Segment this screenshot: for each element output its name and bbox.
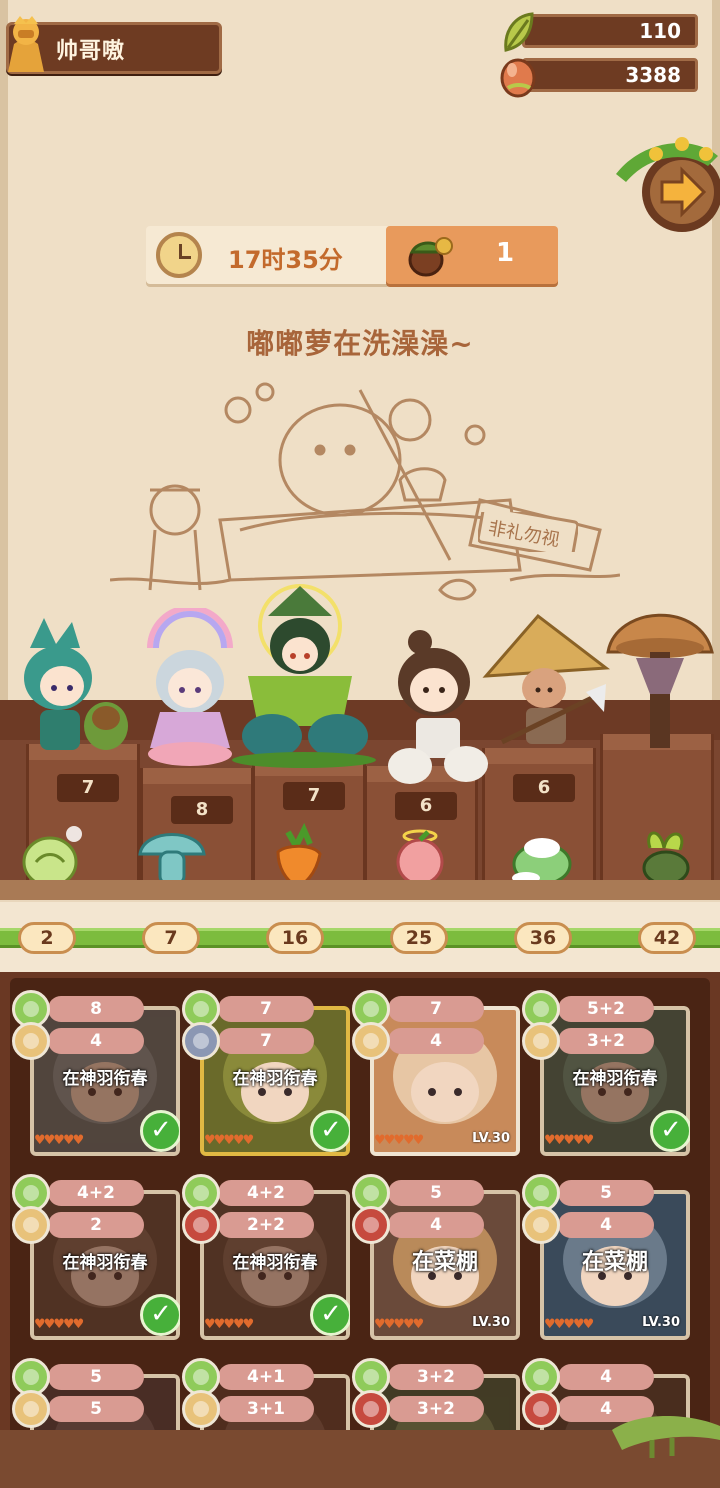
fish-stat-pill: 7 [218, 1028, 314, 1054]
affection-hearts: ♥♥♥♥♥ [204, 1133, 254, 1148]
card-location-label: 在神羽衔春 [572, 1069, 658, 1089]
bread-icon [182, 1390, 220, 1428]
bread-icon [12, 1022, 50, 1060]
cabbage-stat-pill: 5+2 [558, 996, 654, 1022]
status-message: 嘟嘟萝在洗澡澡~ [246, 327, 474, 360]
card-level: LV.30 [642, 1315, 680, 1330]
bread-stat-pill: 5 [48, 1396, 144, 1422]
card-location-label: 在神羽衔春 [62, 1253, 148, 1273]
affection-hearts: ♥♥♥♥♥ [544, 1317, 594, 1332]
cabbage-stat-pill: 8 [48, 996, 144, 1022]
player-avatar-icon[interactable] [4, 14, 48, 74]
acorn-icon [408, 237, 453, 277]
affection-hearts: ♥♥♥♥♥ [374, 1133, 424, 1148]
check-icon[interactable]: ✓ [310, 1294, 350, 1336]
card-location-label: 在神羽衔春 [232, 1253, 318, 1273]
character-forest-spirit[interactable] [228, 576, 378, 772]
cabbage-stat-pill: 4+1 [218, 1364, 314, 1390]
milestone-marker[interactable]: 25 [390, 922, 448, 954]
meat-icon [522, 1390, 560, 1428]
bread-icon [522, 1022, 560, 1060]
pedestal-number: 6 [395, 792, 457, 820]
exit-arrow-button[interactable] [612, 130, 720, 234]
cabbage-stat-pill: 4 [558, 1364, 654, 1390]
pedestal-number: 7 [283, 782, 345, 810]
treat-count: 1 [496, 238, 515, 268]
fish-icon [182, 1022, 220, 1060]
egg-counter: 3388 [522, 58, 698, 92]
card-level: LV.30 [472, 1131, 510, 1146]
egg-value: 3388 [625, 63, 681, 87]
cabbage-stat-pill: 7 [388, 996, 484, 1022]
meat-icon [352, 1206, 390, 1244]
milestone-marker[interactable]: 7 [142, 922, 200, 954]
milestone-marker[interactable]: 16 [266, 922, 324, 954]
cabbage-stat-pill: 4+2 [218, 1180, 314, 1206]
character-dragon-girl[interactable] [10, 618, 130, 758]
bread-stat-pill: 4 [558, 1212, 654, 1238]
growth-progress: 2 7 16 25 36 42 [0, 902, 720, 972]
meat-icon [352, 1390, 390, 1428]
cabbage-stat-pill: 3+2 [388, 1364, 484, 1390]
egg-currency-icon [500, 58, 536, 98]
cabbage-stat-pill: 5 [48, 1364, 144, 1390]
check-icon[interactable]: ✓ [650, 1110, 690, 1152]
milestone-marker[interactable]: 36 [514, 922, 572, 954]
card-level: LV.30 [472, 1315, 510, 1330]
meat-stat-pill: 4 [388, 1212, 484, 1238]
progress-bar-fill [0, 928, 720, 948]
bread-icon [12, 1206, 50, 1244]
check-icon[interactable]: ✓ [140, 1110, 180, 1152]
cabbage-stat-pill: 7 [218, 996, 314, 1022]
pedestal-number: 6 [513, 774, 575, 802]
affection-hearts: ♥♥♥♥♥ [204, 1317, 254, 1332]
timer-text: 17时35分 [228, 246, 343, 274]
leaf-currency-icon [504, 12, 534, 52]
bread-icon [522, 1206, 560, 1244]
affection-hearts: ♥♥♥♥♥ [34, 1317, 84, 1332]
treat-counter[interactable]: 1 [386, 226, 558, 284]
leaf-decoration-icon [612, 1416, 720, 1458]
affection-hearts: ♥♥♥♥♥ [544, 1133, 594, 1148]
floor [0, 880, 720, 900]
clock-icon [156, 232, 202, 278]
card-location-label: 在菜棚 [411, 1250, 478, 1275]
pedestal-number: 7 [57, 774, 119, 802]
affection-hearts: ♥♥♥♥♥ [374, 1317, 424, 1332]
meat-stat-pill: 2+2 [218, 1212, 314, 1238]
bread-icon [352, 1022, 390, 1060]
bread-stat-pill: 3+1 [218, 1396, 314, 1422]
bread-stat-pill: 4 [48, 1028, 144, 1054]
cabbage-stat-pill: 5 [388, 1180, 484, 1206]
card-location-label: 在神羽衔春 [232, 1069, 318, 1089]
bread-stat-pill: 3+2 [558, 1028, 654, 1054]
pedestal-number: 8 [171, 796, 233, 824]
leaf-value: 110 [639, 19, 681, 43]
player-name: 帅哥嗷 [56, 39, 126, 64]
milestone-marker[interactable]: 2 [18, 922, 76, 954]
bread-stat-pill: 2 [48, 1212, 144, 1238]
character-mushroom-post[interactable] [600, 596, 716, 752]
leaf-counter: 110 [522, 14, 698, 48]
character-straw-hat-farmer[interactable] [482, 612, 614, 762]
bread-icon [12, 1390, 50, 1428]
card-location-label: 在菜棚 [581, 1250, 648, 1275]
farm-scene: 帅哥嗷 110 3388 17时35分 1 嘟嘟萝在洗澡澡~ 非礼勿视 7 8 … [0, 0, 720, 900]
affection-hearts: ♥♥♥♥♥ [34, 1133, 84, 1148]
card-location-label: 在神羽衔春 [62, 1069, 148, 1089]
meat-icon [182, 1206, 220, 1244]
meat-stat-pill: 3+2 [388, 1396, 484, 1422]
check-icon[interactable]: ✓ [310, 1110, 350, 1152]
bread-stat-pill: 4 [388, 1028, 484, 1054]
cabbage-stat-pill: 4+2 [48, 1180, 144, 1206]
cabbage-stat-pill: 5 [558, 1180, 654, 1206]
check-icon[interactable]: ✓ [140, 1294, 180, 1336]
timer-panel: 17时35分 [146, 226, 390, 284]
milestone-marker[interactable]: 42 [638, 922, 696, 954]
